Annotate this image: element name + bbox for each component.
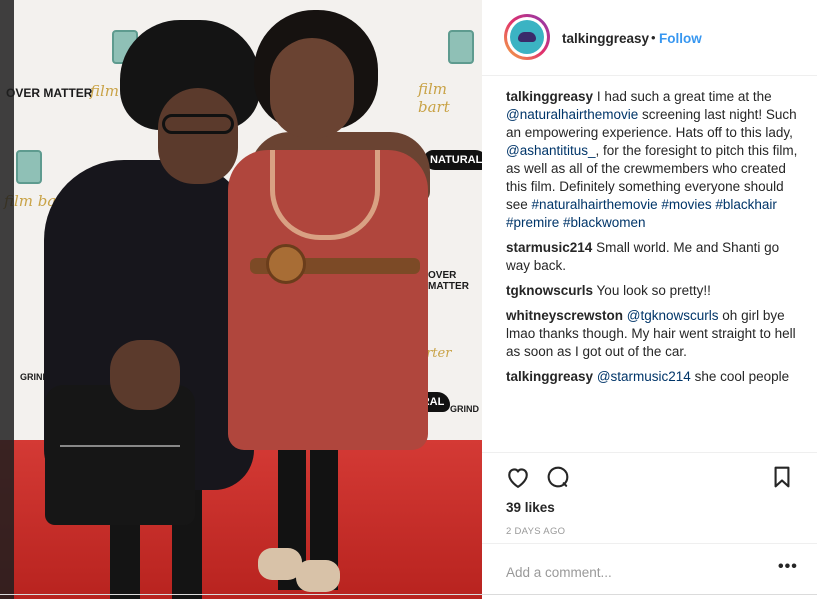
film-reel-logo (448, 30, 474, 64)
avatar[interactable] (504, 14, 550, 60)
divider (0, 594, 817, 595)
list-item: tgknowscurls You look so pretty!! (506, 282, 802, 300)
comment-username[interactable]: whitneyscrewston (506, 308, 623, 323)
post-sidebar: talkinggreasy • Follow talkinggreasy I h… (482, 0, 817, 599)
comment-text: she cool people (694, 369, 790, 384)
mention-link[interactable]: @naturalhairthemovie (506, 107, 638, 122)
post-header: talkinggreasy • Follow (482, 0, 817, 76)
list-item: whitneyscrewston @tgknowscurls oh girl b… (506, 307, 802, 361)
caption-username[interactable]: talkinggreasy (506, 89, 593, 104)
heart-icon[interactable] (504, 463, 532, 491)
person-left-arm (110, 340, 180, 410)
person-right-face (270, 38, 354, 138)
comment-input[interactable] (506, 562, 746, 582)
caption: talkinggreasy I had such a great time at… (506, 88, 802, 232)
post-timestamp[interactable]: 2 DAYS AGO (506, 526, 565, 537)
belt-buckle (266, 244, 306, 284)
hashtag-links[interactable]: #naturalhairthemovie #movies #blackhair … (506, 197, 777, 230)
add-comment-bar: ••• (482, 543, 817, 599)
list-item: talkinggreasy @starmusic214 she cool peo… (506, 368, 802, 386)
film-reel-logo (16, 150, 42, 184)
sandal (296, 560, 340, 592)
instagram-post: OVER MATTER film bart film bart film bar… (0, 0, 817, 599)
backdrop-logo-natural: NATURAL (424, 150, 482, 170)
action-bar: 39 likes 2 DAYS AGO ••• (482, 452, 817, 599)
person-left-face (158, 88, 238, 184)
handbag-zipper (60, 445, 180, 447)
post-photo[interactable]: OVER MATTER film bart film bart film bar… (0, 0, 482, 599)
post-username[interactable]: talkinggreasy (562, 31, 649, 46)
caption-text: I had such a great time at the (596, 89, 772, 104)
separator-dot: • (651, 30, 656, 45)
comment-bubble-icon[interactable] (544, 463, 572, 491)
backdrop-logo-over-matter: OVER MATTER (428, 270, 469, 292)
dress-neckline-trim (270, 150, 380, 240)
backdrop-logo-film-bart: film bart (418, 80, 450, 116)
comment-text: You look so pretty!! (596, 283, 711, 298)
list-item: starmusic214 Small world. Me and Shanti … (506, 239, 802, 275)
avatar-ring (507, 17, 547, 57)
mention-link[interactable]: @tgknowscurls (627, 308, 719, 323)
mention-link[interactable]: @starmusic214 (597, 369, 691, 384)
more-options-icon[interactable]: ••• (778, 558, 798, 576)
glasses (162, 114, 234, 134)
like-count[interactable]: 39 likes (506, 500, 555, 515)
backdrop-logo-over-matter: OVER MATTER (6, 86, 93, 100)
bookmark-icon[interactable] (768, 463, 796, 491)
backdrop-stand (0, 0, 14, 599)
avatar-image (510, 20, 544, 54)
comment-username[interactable]: starmusic214 (506, 240, 592, 255)
follow-button[interactable]: Follow (659, 31, 702, 46)
comment-list: talkinggreasy I had such a great time at… (506, 88, 802, 393)
comment-username[interactable]: talkinggreasy (506, 369, 593, 384)
mention-link[interactable]: @ashantititus_ (506, 143, 596, 158)
comment-username[interactable]: tgknowscurls (506, 283, 593, 298)
backdrop-logo-grind: GRIND (450, 404, 479, 414)
handbag (45, 385, 195, 525)
